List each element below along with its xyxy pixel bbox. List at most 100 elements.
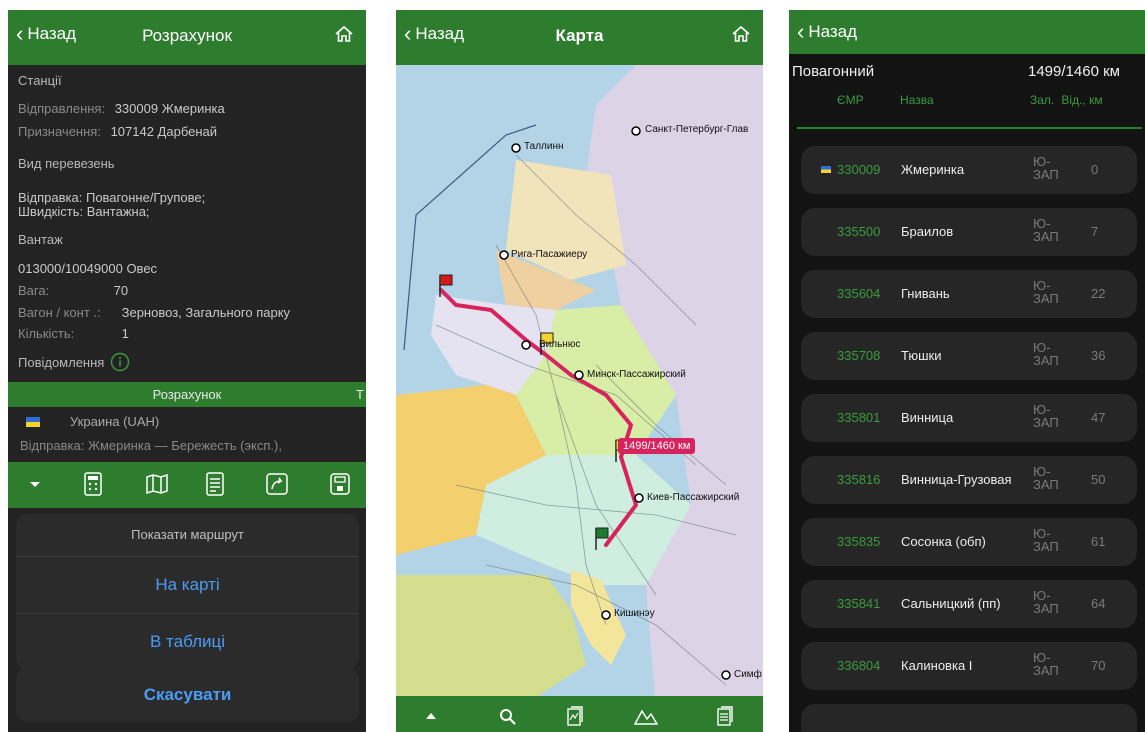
weight-row: Вага: 70 [18, 283, 128, 298]
page-title: Карта [555, 26, 604, 45]
table-row[interactable]: 335816 Винница-Грузовая Ю-ЗАП 50 [801, 456, 1137, 504]
calculator-icon[interactable] [83, 472, 103, 496]
document-icon[interactable] [206, 472, 224, 496]
route-table-screen: ‹ Назад Повагонний 1499/1460 км ЄМР Назв… [789, 10, 1145, 732]
row-rail: Ю-ЗАП [1033, 464, 1059, 492]
share-icon[interactable] [266, 473, 288, 495]
row-name: Винница [901, 410, 954, 425]
city-label: Киев-Пассажирский [647, 492, 740, 503]
show-in-table-button[interactable]: В таблиці [16, 614, 359, 670]
row-km: 47 [1091, 410, 1106, 425]
city-marker[interactable] [601, 610, 611, 620]
table-row[interactable]: 335835 Сосонка (обп) Ю-ЗАП 61 [801, 518, 1137, 566]
back-button[interactable]: ‹ Назад [797, 21, 857, 43]
row-rail: Ю-ЗАП [1033, 402, 1059, 430]
row-rail: Ю-ЗАП [1033, 526, 1059, 554]
column-header-km[interactable]: Від., км [1061, 93, 1103, 107]
weight-label: Вага: [18, 283, 50, 298]
chevron-left-icon: ‹ [16, 21, 24, 46]
table-row[interactable]: 330009 Жмеринка Ю-ЗАП 0 [801, 146, 1137, 194]
back-button[interactable]: ‹ Назад [404, 21, 465, 46]
map-toolbar [396, 696, 763, 732]
chart-doc-icon[interactable] [567, 706, 583, 726]
destination-label: Призначення: [18, 124, 101, 139]
table-row[interactable]: 335841 Сальницкий (пп) Ю-ЗАП 64 [801, 580, 1137, 628]
row-km: 70 [1091, 658, 1106, 673]
cargo-code: 013000/10049000 Овес [18, 261, 158, 276]
quantity-row: Кількість: 1 [18, 326, 129, 341]
city-marker[interactable] [721, 670, 731, 680]
city-marker[interactable] [511, 143, 521, 153]
table-row[interactable]: 335708 Тюшки Ю-ЗАП 36 [801, 332, 1137, 380]
city-label: Рига-Пасажиеру [511, 249, 588, 260]
wagon-label: Вагон / конт .: [18, 305, 101, 320]
up-arrow-icon[interactable] [426, 712, 436, 719]
row-km: 64 [1091, 596, 1106, 611]
country-label: Украина (UAH) [70, 414, 160, 429]
route-map[interactable] [396, 65, 763, 710]
map-icon[interactable] [146, 474, 168, 494]
transport-type-header: Вид перевезень [18, 156, 115, 171]
chevron-down-icon[interactable] [29, 481, 41, 489]
cancel-button[interactable]: Скасувати [16, 668, 359, 722]
map-screen: Санкт-Петербург-Глав Таллинн Рига-Пасажи… [396, 10, 763, 732]
home-icon[interactable] [731, 24, 751, 44]
search-icon[interactable] [499, 708, 517, 726]
row-km: 50 [1091, 472, 1106, 487]
quantity-value: 1 [121, 326, 129, 341]
table-row[interactable]: 335801 Винница Ю-ЗАП 47 [801, 394, 1137, 442]
home-icon[interactable] [334, 24, 354, 44]
row-rail: Ю-ЗАП [1033, 588, 1059, 616]
city-marker[interactable] [634, 493, 644, 503]
row-code: 335801 [837, 410, 881, 425]
row-code: 335500 [837, 224, 881, 239]
ukraine-flag-icon [26, 416, 40, 427]
top-bar: ‹ Назад [789, 10, 1145, 54]
row-name: Тюшки [901, 348, 942, 363]
summary-value: 1499/1460 км [1028, 63, 1120, 80]
table-row[interactable]: 336804 Калиновка I Ю-ЗАП 70 [801, 642, 1137, 690]
cargo-header: Вантаж [18, 232, 63, 247]
row-rail: Ю-ЗАП [1033, 650, 1059, 678]
table-row-partial[interactable] [801, 704, 1137, 732]
row-km: 0 [1091, 162, 1099, 177]
country-row: Украина (UAH) [26, 414, 159, 429]
row-km: 7 [1091, 224, 1099, 239]
back-label: Назад [415, 24, 465, 43]
city-marker[interactable] [574, 370, 584, 380]
city-label: Кишинэу [614, 608, 655, 619]
city-marker[interactable] [631, 126, 641, 136]
messages-row[interactable]: Повідомлення [18, 352, 130, 372]
departure-label: Відправлення: [18, 101, 106, 116]
show-on-map-button[interactable]: На карті [16, 557, 359, 614]
column-header-code[interactable]: ЄМР [837, 93, 864, 107]
row-name: Сальницкий (пп) [901, 596, 1001, 611]
calculation-screen: ‹ Назад Розрахунок Станції Відправлення:… [8, 10, 366, 732]
row-km: 22 [1091, 286, 1106, 301]
column-header-rail[interactable]: Зал. [1030, 93, 1054, 107]
row-rail: Ю-ЗАП [1033, 154, 1059, 182]
save-icon[interactable] [330, 473, 350, 495]
city-marker[interactable] [499, 250, 509, 260]
table-row[interactable]: 335604 Гнивань Ю-ЗАП 22 [801, 270, 1137, 318]
shipment-line: Відправка: Жмеринка — Бережесть (эксп.), [20, 438, 282, 453]
column-header-name[interactable]: Назва [900, 93, 934, 107]
destination-value: 107142 Дарбенай [110, 124, 218, 139]
row-name: Калиновка I [901, 658, 973, 673]
bottom-toolbar [8, 462, 366, 508]
chevron-left-icon: ‹ [404, 21, 412, 46]
route-distance-badge: 1499/1460 км [618, 438, 696, 454]
departure-value: 330009 Жмеринка [114, 101, 225, 116]
shipment-type: Відправка: Повагонне/Групове; [18, 190, 206, 205]
row-code: 335708 [837, 348, 881, 363]
speed-type: Швидкість: Вантажна; [18, 204, 150, 219]
calculation-bar: Розрахунок Т [8, 382, 366, 407]
layers-doc-icon[interactable] [717, 706, 733, 726]
city-label: Симф [734, 669, 762, 680]
mountain-icon[interactable] [634, 707, 658, 725]
table-row[interactable]: 335500 Браилов Ю-ЗАП 7 [801, 208, 1137, 256]
city-marker[interactable] [521, 340, 531, 350]
ukraine-flag-icon [821, 166, 831, 173]
info-icon[interactable] [110, 352, 130, 372]
calculation-bar-right: Т [356, 387, 364, 402]
